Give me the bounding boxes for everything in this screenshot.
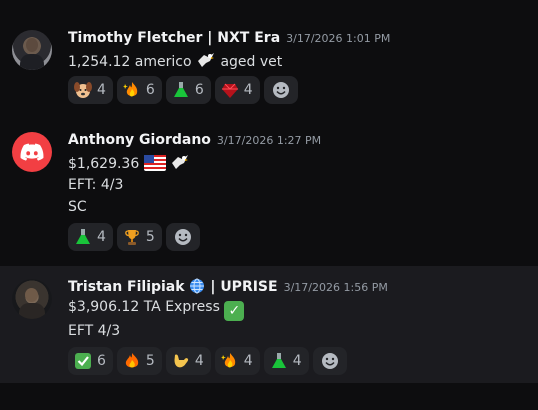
message-header: Timothy Fletcher | NXT Era 3/17/2026 1:01… <box>68 30 390 46</box>
message-content: 1,254.12 americo aged vet <box>68 51 282 70</box>
red-gem-icon <box>221 83 238 98</box>
add-reaction-button[interactable] <box>312 347 347 375</box>
reaction-fire[interactable]: 5 <box>116 347 162 375</box>
reaction-dog[interactable]: 4 <box>68 76 113 104</box>
green-flask-icon <box>173 82 188 97</box>
author-name[interactable]: Timothy Fletcher | NXT Era <box>68 30 280 46</box>
message-header: Anthony Giordano 3/17/2026 1:27 PM <box>68 132 321 148</box>
reaction-count: 6 <box>145 82 155 98</box>
message-anthony: Anthony Giordano 3/17/2026 1:27 PM $1,629… <box>0 120 538 260</box>
message-timothy: Timothy Fletcher | NXT Era 3/17/2026 1:01… <box>0 18 538 110</box>
reaction-count: 4 <box>194 353 204 369</box>
reaction-fire-sparkle[interactable]: 4 <box>214 347 260 375</box>
reaction-check[interactable]: 6 <box>68 347 113 375</box>
author-tag[interactable]: | UPRISE <box>210 279 277 295</box>
smiley-icon <box>272 82 289 98</box>
timestamp: 3/17/2026 1:56 PM <box>283 281 388 294</box>
reaction-count: 5 <box>145 353 155 369</box>
green-flask-icon <box>76 229 90 244</box>
reaction-call-me[interactable]: 4 <box>165 347 211 375</box>
reaction-count: 4 <box>97 229 106 245</box>
message-text: $1,629.36 <box>68 156 140 172</box>
reaction-count: 4 <box>243 82 253 98</box>
author-name[interactable]: Tristan Filipiak <box>68 279 185 295</box>
globe-icon <box>190 278 205 294</box>
reactions-bar: 4 6 6 4 <box>68 76 298 104</box>
reactions-bar: 6 5 4 4 4 <box>68 347 347 375</box>
check-mark-icon <box>75 353 91 369</box>
reaction-count: 6 <box>194 82 204 98</box>
message-text: aged vet <box>220 54 283 70</box>
avatar[interactable] <box>12 132 52 172</box>
message-text: EFT 4/3 <box>68 323 121 339</box>
smiley-icon <box>174 229 191 245</box>
reaction-count: 4 <box>292 353 302 369</box>
fire-sparkle-icon <box>122 82 138 97</box>
message-tristan: Tristan Filipiak | UPRISE 3/17/2026 1:56 … <box>0 266 538 383</box>
reaction-red-gem[interactable]: 4 <box>214 76 260 104</box>
message-text: SC <box>68 199 87 215</box>
message-content: $3,906.12 TA Express ✓ <box>68 299 245 321</box>
timestamp: 3/17/2026 1:01 PM <box>286 32 391 45</box>
dog-face-icon <box>74 82 92 98</box>
green-flask-icon <box>271 353 286 368</box>
message-text: EFT: 4/3 <box>68 177 124 193</box>
reaction-count: 4 <box>243 353 253 369</box>
reaction-count: 4 <box>97 82 106 98</box>
timestamp: 3/17/2026 1:27 PM <box>216 134 322 147</box>
reaction-count: 5 <box>145 229 155 245</box>
call-me-hand-icon <box>174 354 188 368</box>
avatar[interactable] <box>12 279 52 319</box>
reactions-bar: 4 5 <box>68 223 200 251</box>
message-text: 1,254.12 americo <box>68 54 192 70</box>
fire-sparkle-icon <box>220 353 235 368</box>
reaction-flask[interactable]: 6 <box>165 76 211 104</box>
reaction-count: 6 <box>97 353 106 369</box>
avatar[interactable] <box>12 30 52 70</box>
reaction-flask[interactable]: 4 <box>263 347 309 375</box>
us-flag-icon <box>143 155 166 171</box>
message-text: $3,906.12 TA Express <box>68 299 220 315</box>
smiley-icon <box>321 353 338 369</box>
message-content: $1,629.36 <box>68 153 190 172</box>
discord-logo-icon <box>20 143 44 161</box>
trophy-icon <box>125 230 139 245</box>
add-reaction-button[interactable] <box>165 223 200 251</box>
reaction-fire-sparkle[interactable]: 6 <box>116 76 162 104</box>
reaction-trophy[interactable]: 5 <box>116 223 162 251</box>
eagle-icon <box>172 155 189 169</box>
author-name[interactable]: Anthony Giordano <box>68 132 211 148</box>
fire-icon <box>125 353 139 368</box>
reaction-flask[interactable]: 4 <box>68 223 113 251</box>
eagle-icon <box>198 53 214 67</box>
check-mark-icon: ✓ <box>224 301 245 321</box>
message-header: Tristan Filipiak | UPRISE 3/17/2026 1:56 … <box>68 278 388 295</box>
add-reaction-button[interactable] <box>263 76 298 104</box>
